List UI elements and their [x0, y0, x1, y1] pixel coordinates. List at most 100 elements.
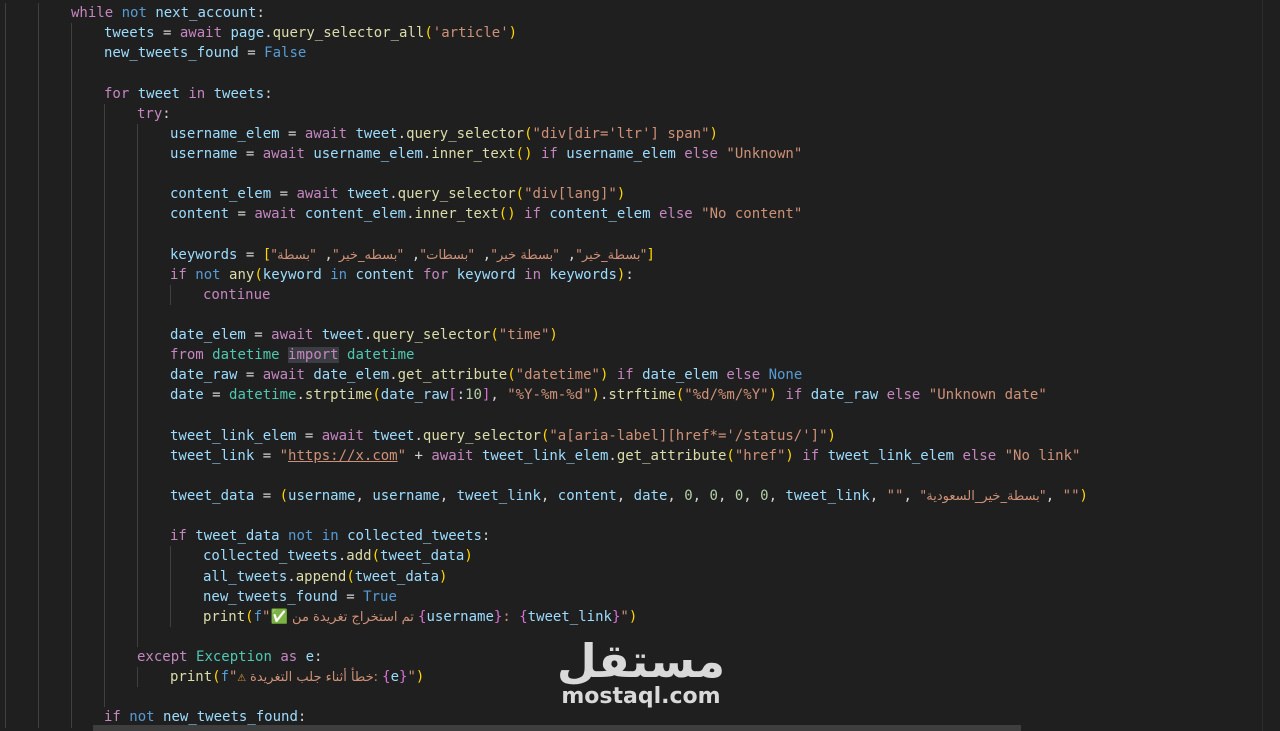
code-line[interactable]: print(f " ✅ تم استخراج تغريدة من {username… [0, 606, 1262, 628]
code-line[interactable] [0, 405, 1262, 426]
code-token: = [254, 447, 280, 464]
code-token: ( [490, 327, 499, 343]
indent-guide [104, 284, 105, 305]
indent-guide [71, 566, 72, 587]
code-token: query_selector [372, 327, 491, 343]
code-token: tweet [321, 327, 364, 343]
code-line[interactable] [0, 506, 1262, 527]
code-token: if [785, 387, 803, 404]
code-token: ) [827, 427, 836, 444]
code-token: "" [1062, 488, 1080, 504]
code-line[interactable]: tweet_link_elem = await tweet.query_sele… [0, 425, 1262, 446]
code-line[interactable]: continue [0, 284, 1262, 305]
code-line[interactable]: username_elem = await tweet.query_select… [0, 123, 1262, 144]
code-token: collected_tweets [203, 548, 338, 565]
code-line[interactable]: new_tweets_found = False [0, 43, 1262, 64]
code-line[interactable]: from datetime import datetime [0, 345, 1262, 366]
code-token: date_elem [642, 367, 718, 384]
code-token: = [154, 25, 180, 42]
code-line[interactable]: date_elem = await tweet.query_selector("… [0, 325, 1262, 346]
indent-guide [5, 143, 6, 164]
indent-guide [71, 365, 72, 386]
indent-guide [71, 546, 72, 567]
indent-guide [137, 264, 138, 285]
code-token: else [684, 145, 718, 162]
indent-guide [38, 304, 39, 325]
code-token: username [372, 488, 440, 504]
code-token: new_tweets_found [163, 709, 298, 726]
code-token: ) [628, 608, 638, 625]
code-line[interactable]: except Exception as e: [0, 647, 1262, 668]
code-token: + [406, 447, 432, 464]
code-line[interactable] [0, 304, 1262, 325]
code-line[interactable]: try: [0, 103, 1262, 124]
indent-guide [104, 486, 105, 507]
code-line[interactable]: date_raw = await date_elem.get_attribute… [0, 365, 1262, 386]
code-line[interactable]: tweet_link = "https://x.com" + await twe… [0, 445, 1262, 466]
code-text: print(f " ✅ تم استخراج تغريدة من {username… [203, 607, 637, 628]
indent-guide [104, 103, 105, 124]
indent-guide [5, 707, 6, 728]
code-token: ( [245, 608, 254, 625]
code-line[interactable]: username = await username_elem.inner_tex… [0, 143, 1262, 164]
code-line[interactable]: content = await content_elem.inner_text(… [0, 204, 1262, 225]
code-line[interactable] [0, 63, 1262, 84]
indent-guide [71, 687, 72, 708]
code-token: not [288, 528, 314, 545]
code-line[interactable]: keywords = ["بسطة_خير", "بسطة خير", "بسط… [0, 244, 1262, 265]
code-token: e [305, 649, 315, 665]
indent-guide [104, 325, 105, 346]
code-line[interactable]: date = datetime.strptime(date_raw[:10], … [0, 385, 1262, 406]
code-area[interactable]: while not next_account: tweets = await pa… [0, 3, 1262, 728]
indent-guide [71, 204, 72, 225]
code-line[interactable]: print(f"⚠ خطأ أثناء جلب التغريدة: {e}") [0, 667, 1262, 688]
code-token: query_selector [397, 186, 516, 203]
code-line[interactable]: if not any(keyword in content for keywor… [0, 264, 1262, 285]
code-token: None [768, 367, 803, 384]
code-token: ( [424, 25, 433, 42]
code-line[interactable]: new_tweets_found = True [0, 586, 1262, 607]
code-token: if [616, 367, 634, 384]
code-editor[interactable]: while not next_account: tweets = await pa… [0, 0, 1280, 731]
code-line[interactable]: all_tweets.append(tweet_data) [0, 566, 1262, 587]
indent-guide [5, 526, 6, 547]
indent-guide [38, 687, 39, 708]
code-text: tweet_data = (username, username, tweet_… [170, 486, 1088, 507]
code-token: username [288, 488, 356, 504]
code-token: ) [549, 327, 558, 343]
code-token: username_elem [313, 145, 423, 162]
code-line[interactable] [0, 224, 1262, 245]
code-line[interactable]: if tweet_data not in collected_tweets: [0, 526, 1262, 547]
code-token: if [170, 266, 187, 283]
code-token: False [264, 45, 307, 62]
code-line[interactable]: tweet_data = (username, username, tweet_… [0, 486, 1262, 507]
indent-guide [38, 626, 39, 647]
code-line[interactable]: tweets = await page.query_selector_all('… [0, 23, 1262, 44]
code-token: " [397, 447, 407, 464]
code-line[interactable] [0, 465, 1262, 486]
code-line[interactable]: content_elem = await tweet.query_selecto… [0, 184, 1262, 205]
code-line[interactable]: collected_tweets.add(tweet_data) [0, 546, 1262, 567]
indent-guide [5, 425, 6, 446]
indent-guide [71, 284, 72, 305]
indent-guide [137, 365, 138, 386]
indent-guide [5, 465, 6, 486]
code-line[interactable]: for tweet in tweets: [0, 83, 1262, 104]
code-token: , [743, 488, 761, 504]
code-line[interactable] [0, 687, 1262, 708]
horizontal-scrollbar[interactable] [93, 725, 1021, 731]
code-line[interactable] [0, 626, 1262, 647]
vertical-scrollbar[interactable] [1262, 0, 1280, 731]
code-token: ) [768, 387, 778, 404]
code-token: "datetime" [515, 367, 600, 384]
indent-guide [71, 304, 72, 325]
indent-guide [71, 647, 72, 668]
code-line[interactable]: while not next_account: [0, 3, 1262, 24]
code-line[interactable] [0, 164, 1262, 185]
